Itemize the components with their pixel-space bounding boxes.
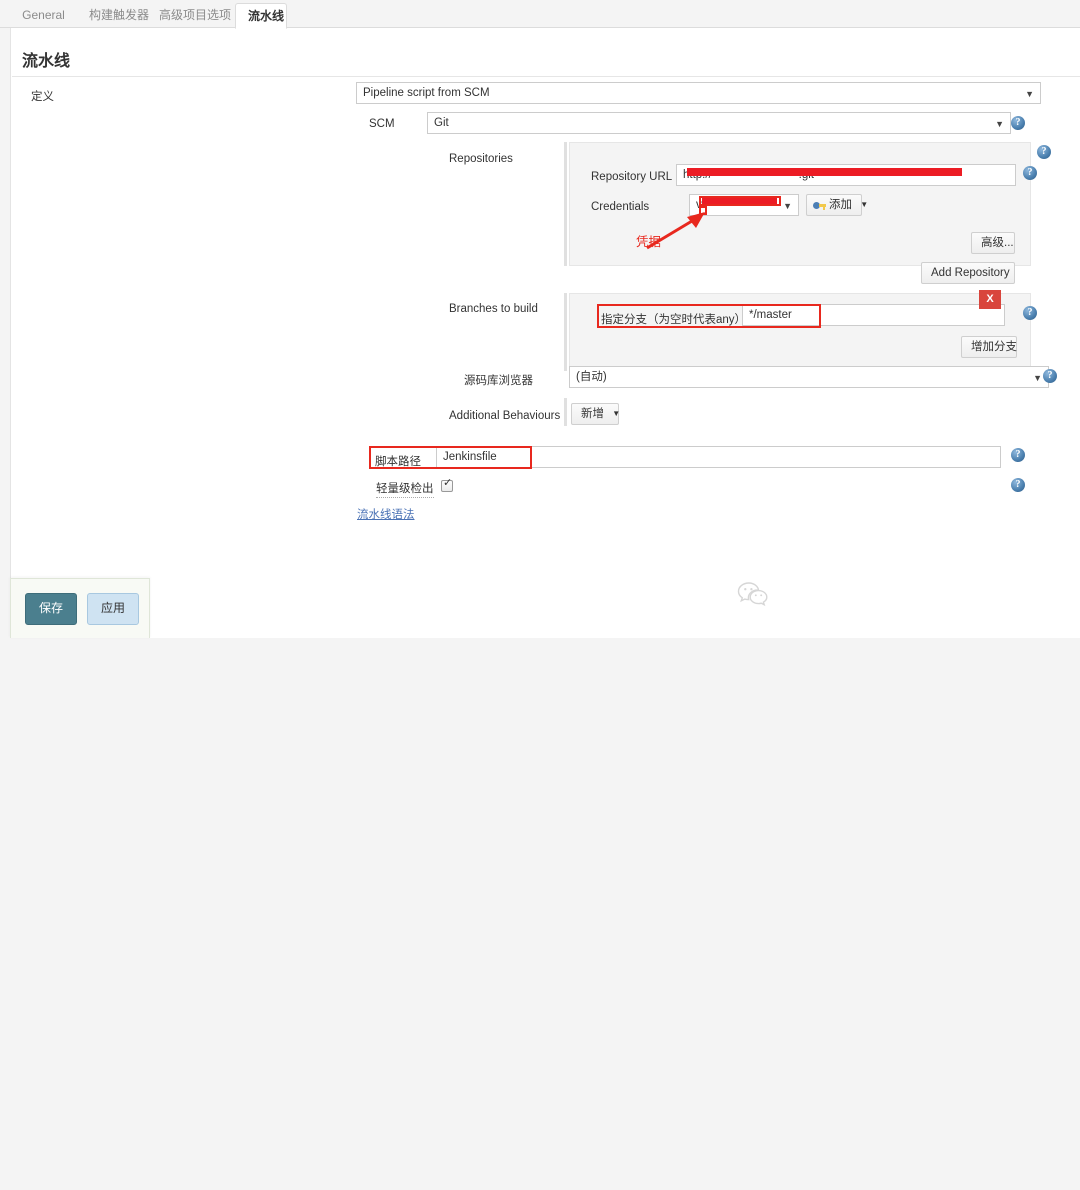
tab-pipeline[interactable]: 流水线 [235, 3, 287, 29]
branch-specifier-input[interactable]: */master [742, 304, 1005, 326]
branches-gutter [564, 293, 567, 371]
scm-value: Git [434, 117, 449, 129]
branch-delete-button[interactable]: X [979, 290, 1001, 309]
chevron-down-icon: ▼ [995, 119, 1004, 129]
add-repository-label: Add Repository [931, 267, 1010, 279]
script-path-help-icon[interactable]: ? [1011, 448, 1025, 462]
wechat-icon [737, 582, 768, 607]
additional-behaviours-gutter [564, 398, 567, 426]
lightweight-checkout-checkbox[interactable]: ✓ [441, 477, 453, 492]
repo-browser-label: 源码库浏览器 [464, 375, 533, 387]
tab-advanced-options[interactable]: 高级项目选项 [147, 4, 235, 28]
pipeline-config-panel: 流水线 定义 Pipeline script from SCM ▼ SCM Gi… [10, 28, 1080, 638]
additional-behaviours-label: Additional Behaviours [449, 410, 561, 422]
tab-advanced-options-label: 高级项目选项 [159, 8, 232, 22]
branch-specifier-label: 指定分支（为空时代表any） [601, 314, 747, 326]
key-icon [813, 201, 826, 210]
save-bar: 保存 应用 [10, 578, 150, 638]
add-credentials-button[interactable]: 添加 ▼ [806, 194, 868, 216]
repository-url-label: Repository URL [591, 171, 673, 183]
advanced-button[interactable]: 高级... [971, 232, 1015, 254]
script-path-label: 脚本路径 [375, 456, 421, 468]
tab-bar: General 构建触发器 高级项目选项 流水线 [0, 0, 1080, 29]
branch-specifier-value: */master [749, 309, 792, 321]
chevron-down-icon: ▼ [860, 200, 869, 209]
credentials-redaction [702, 198, 777, 204]
lightweight-checkout-label: 轻量级检出 [376, 480, 434, 498]
save-button[interactable]: 保存 [25, 593, 77, 625]
repo-browser-select[interactable]: (自动) ▼ [569, 366, 1049, 388]
repository-url-redaction [687, 168, 962, 176]
repository-url-help-icon[interactable]: ? [1023, 166, 1037, 180]
repo-browser-help-icon[interactable]: ? [1043, 369, 1057, 383]
repositories-gutter [564, 142, 567, 266]
apply-button-label: 应用 [100, 601, 125, 615]
chevron-down-icon: ▼ [1025, 89, 1034, 99]
save-button-label: 保存 [38, 601, 63, 615]
tab-general-label: General [22, 8, 65, 22]
additional-behaviours-add-button[interactable]: 新增 ▼ [571, 403, 621, 425]
repositories-label: Repositories [449, 153, 513, 165]
additional-behaviours-add-label: 新增 [581, 408, 604, 420]
pipeline-syntax-link[interactable]: 流水线语法 [357, 506, 415, 522]
tab-pipeline-label: 流水线 [248, 9, 285, 23]
page-title: 流水线 [22, 53, 71, 70]
chevron-down-icon: ▼ [612, 409, 621, 418]
lightweight-checkout-help-icon[interactable]: ? [1011, 478, 1025, 492]
definition-value: Pipeline script from SCM [363, 87, 490, 99]
branch-help-icon[interactable]: ? [1023, 306, 1037, 320]
scm-label: SCM [369, 118, 395, 130]
tab-general[interactable]: General [10, 4, 77, 28]
add-credentials-label: 添加 [829, 199, 852, 211]
script-path-input[interactable]: Jenkinsfile [436, 446, 1001, 468]
scm-select[interactable]: Git ▼ [427, 112, 1011, 134]
add-branch-label: 增加分支 [971, 341, 1017, 353]
add-repository-button[interactable]: Add Repository [921, 262, 1015, 284]
scm-help-icon[interactable]: ? [1011, 116, 1025, 130]
branches-label: Branches to build [449, 303, 538, 315]
title-divider [12, 76, 1080, 77]
branch-delete-label: X [986, 293, 994, 305]
repo-browser-value: (自动) [576, 371, 607, 383]
tab-build-triggers-label: 构建触发器 [89, 8, 150, 22]
checkmark-icon: ✓ [443, 477, 453, 489]
chevron-down-icon: ▼ [783, 201, 792, 211]
definition-select[interactable]: Pipeline script from SCM ▼ [356, 82, 1041, 104]
add-branch-button[interactable]: 增加分支 [961, 336, 1017, 358]
advanced-button-label: 高级... [981, 237, 1014, 249]
chevron-down-icon: ▼ [1033, 373, 1042, 383]
definition-label: 定义 [31, 91, 54, 103]
apply-button[interactable]: 应用 [87, 593, 139, 625]
repositories-help-icon[interactable]: ? [1037, 145, 1051, 159]
credentials-annotation-text: 凭据 [636, 235, 662, 249]
script-path-value: Jenkinsfile [443, 451, 497, 463]
tab-build-triggers[interactable]: 构建触发器 [77, 4, 150, 28]
